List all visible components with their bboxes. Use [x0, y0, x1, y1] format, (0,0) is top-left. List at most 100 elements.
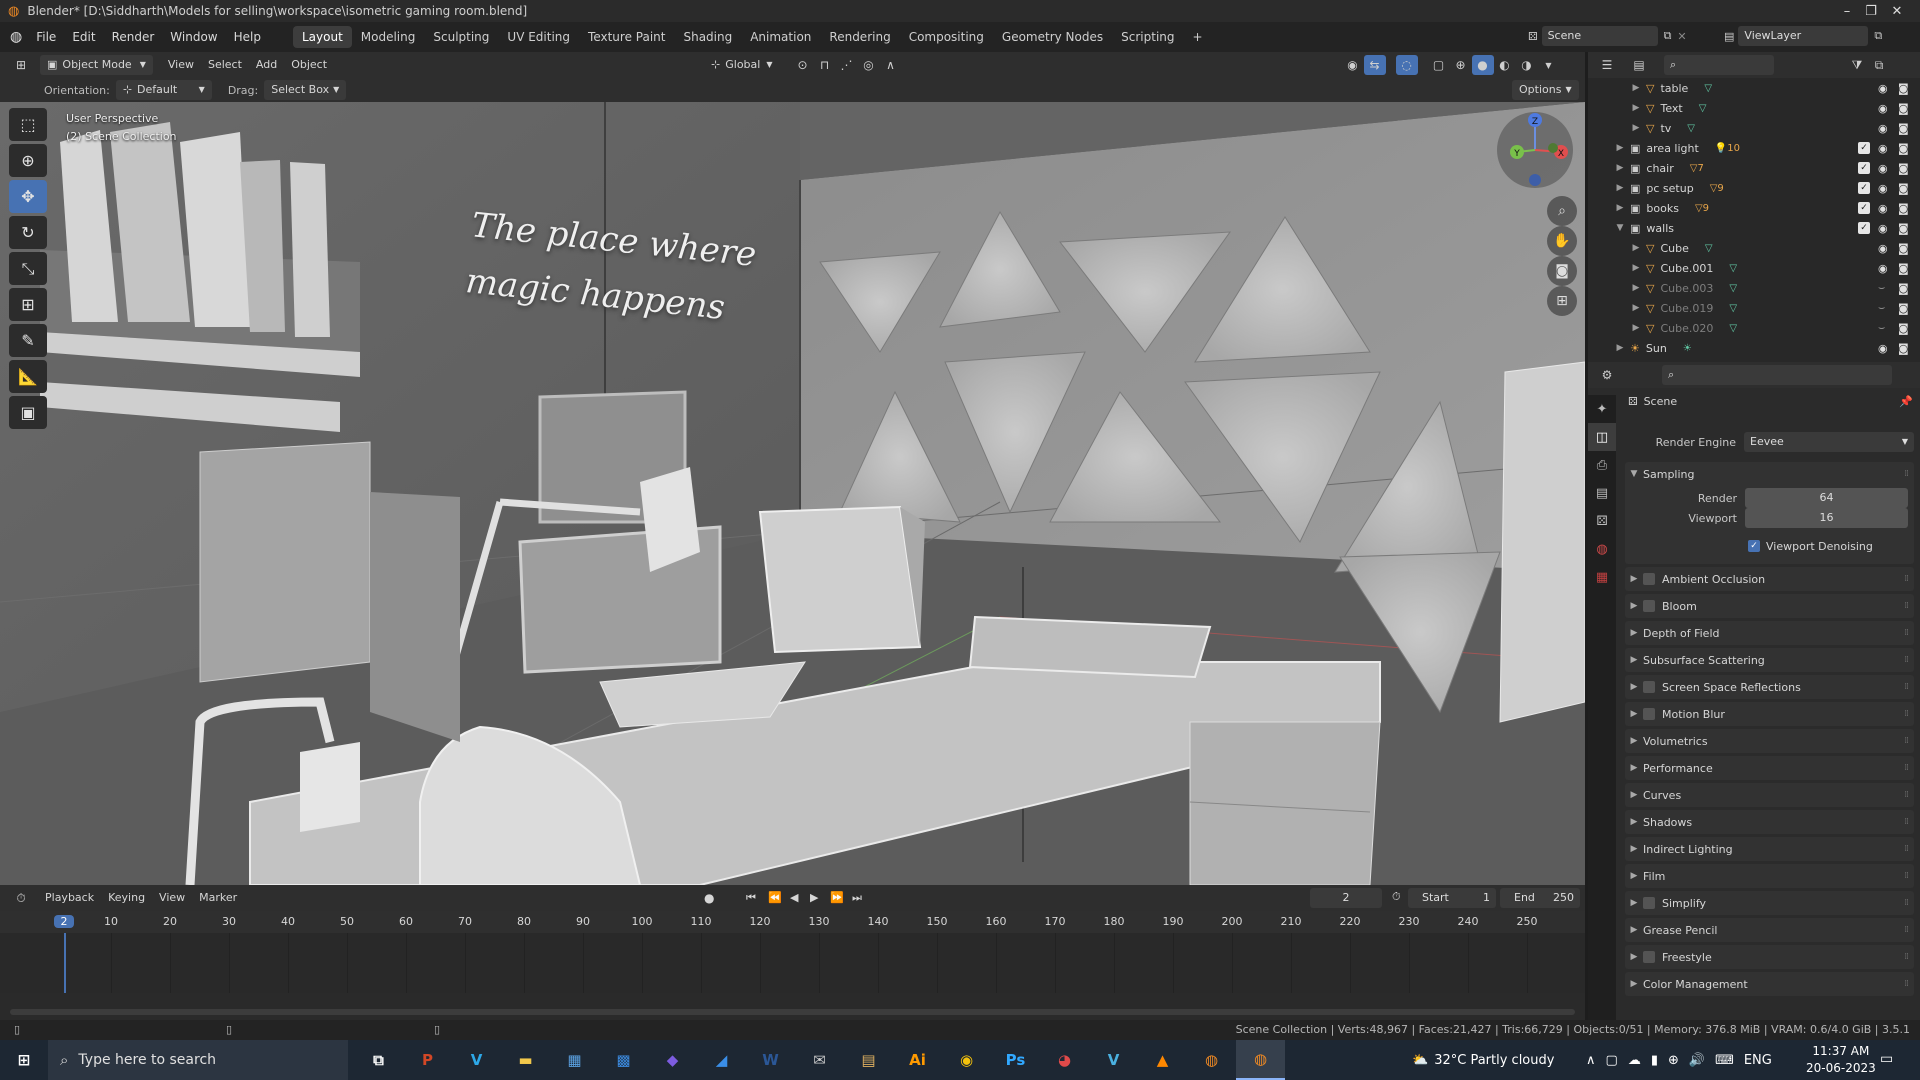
viewlayer-field[interactable]: ViewLayer [1738, 26, 1869, 46]
eye-closed-icon[interactable]: ⌣ [1878, 301, 1885, 315]
outliner-row-cube-019[interactable]: ▶ ▽ Cube.019 ▽ ⌣ ◙ [1588, 298, 1920, 318]
outliner-row-sun[interactable]: ▶ ☀ Sun ☀ ◉ ◙ [1588, 338, 1920, 358]
drag-dropdown[interactable]: Select Box ▼ [264, 80, 347, 100]
next-keyframe-icon[interactable]: ⏩ [830, 891, 844, 904]
transform-orientation-dropdown[interactable]: ⊹ Global ▼ [704, 55, 779, 75]
taskbar-search[interactable]: ⌕ Type here to search [48, 1040, 348, 1080]
panel-enable-checkbox[interactable] [1643, 708, 1655, 720]
eye-icon[interactable]: ◉ [1878, 182, 1888, 195]
exclude-checkbox[interactable]: ✓ [1858, 162, 1870, 174]
snap-target-icon[interactable]: ⋰ [836, 55, 858, 75]
visibility-icon[interactable]: ◉ [1342, 55, 1364, 75]
new-scene-icon[interactable]: ⧉ [1664, 29, 1672, 43]
mode-dropdown[interactable]: ▣ Object Mode ▼ [40, 55, 153, 75]
falloff-icon[interactable]: ∧ [880, 55, 902, 75]
measure-tool[interactable]: 📐 [9, 360, 47, 393]
render-toggle-icon[interactable]: ◙ [1898, 302, 1909, 315]
scene-icon[interactable]: ⚄ [1528, 30, 1538, 43]
file-explorer-icon[interactable]: ▬ [501, 1040, 550, 1080]
render-toggle-icon[interactable]: ◙ [1898, 82, 1909, 95]
chrome-icon[interactable]: ◉ [942, 1040, 991, 1080]
outliner-row-cube-020[interactable]: ▶ ▽ Cube.020 ▽ ⌣ ◙ [1588, 318, 1920, 338]
keyboard-icon[interactable]: ⌨ [1715, 1053, 1734, 1068]
eye-closed-icon[interactable]: ⌣ [1878, 281, 1885, 295]
exclude-checkbox[interactable]: ✓ [1858, 182, 1870, 194]
eye-icon[interactable]: ◉ [1878, 142, 1888, 155]
render-toggle-icon[interactable]: ◙ [1898, 202, 1909, 215]
drag-handle-icon[interactable]: ⁞⁞ [1904, 601, 1909, 611]
properties-search-input[interactable]: ⌕ [1662, 365, 1892, 385]
panel-enable-checkbox[interactable] [1643, 951, 1655, 963]
render-toggle-icon[interactable]: ◙ [1898, 142, 1909, 155]
sampling-header[interactable]: ▼ Sampling ⁞⁞ [1625, 462, 1914, 486]
panel-enable-checkbox[interactable] [1643, 681, 1655, 693]
workspace-tab-rendering[interactable]: Rendering [820, 26, 899, 48]
menu-help[interactable]: Help [226, 26, 269, 48]
drag-handle-icon[interactable]: ⁞⁞ [1904, 898, 1909, 908]
render-tab-icon[interactable]: ◫ [1588, 423, 1616, 451]
render-toggle-icon[interactable]: ◙ [1898, 222, 1909, 235]
eye-icon[interactable]: ◉ [1878, 102, 1888, 115]
prev-keyframe-icon[interactable]: ⏪ [768, 891, 782, 904]
drag-handle-icon[interactable]: ⁞⁞ [1904, 871, 1909, 881]
close-button[interactable]: ✕ [1874, 0, 1920, 22]
viewport-samples-field[interactable]: 16 [1745, 508, 1908, 528]
onedrive-tray-icon[interactable]: ☁ [1628, 1053, 1641, 1068]
drag-handle-icon[interactable]: ⁞⁞ [1904, 952, 1909, 962]
outliner-row-chair[interactable]: ▶ ▣ chair ▽7 ✓ ◉ ◙ [1588, 158, 1920, 178]
photoshop-icon[interactable]: Ps [991, 1040, 1040, 1080]
drag-handle-icon[interactable]: ⁞⁞ [1904, 763, 1909, 773]
jump-end-icon[interactable]: ⏭ [852, 891, 862, 905]
weather-text[interactable]: 32°C Partly cloudy [1434, 1053, 1554, 1068]
outliner-search-input[interactable]: ⌕ [1664, 55, 1774, 75]
start-frame-field[interactable]: Start 1 [1408, 888, 1496, 908]
tray-chevron-icon[interactable]: ∧ [1586, 1053, 1596, 1068]
panel-enable-checkbox[interactable] [1643, 600, 1655, 612]
eye-icon[interactable]: ◉ [1878, 342, 1888, 355]
language-indicator[interactable]: ENG [1744, 1053, 1772, 1068]
orientation-dropdown[interactable]: ⊹ Default ▼ [115, 80, 212, 100]
current-frame-field[interactable]: 2 [1310, 888, 1382, 908]
panel-depth-of-field[interactable]: ▶ Depth of Field ⁞⁞ [1625, 621, 1914, 645]
mail-icon[interactable]: ✉ [795, 1040, 844, 1080]
viewport-menu-select[interactable]: Select [201, 55, 249, 75]
solid-shading-icon[interactable]: ● [1471, 55, 1494, 75]
workspace-tab-compositing[interactable]: Compositing [900, 26, 993, 48]
neg-z-axis-handle[interactable] [1529, 174, 1541, 186]
workspace-tab-modeling[interactable]: Modeling [352, 26, 425, 48]
eye-icon[interactable]: ◉ [1878, 162, 1888, 175]
word-icon[interactable]: W [746, 1040, 795, 1080]
menu-render[interactable]: Render [104, 26, 163, 48]
proportional-edit-icon[interactable]: ◎ [858, 55, 880, 75]
add-cube-tool[interactable]: ▣ [9, 396, 47, 429]
properties-editor-icon[interactable]: ⚙ [1596, 365, 1618, 385]
vlc-icon[interactable]: ▲ [1138, 1040, 1187, 1080]
cursor-tool[interactable]: ⊕ [9, 144, 47, 177]
render-toggle-icon[interactable]: ◙ [1898, 322, 1909, 335]
timeline-menu-keying[interactable]: Keying [101, 888, 152, 908]
new-collection-icon[interactable]: ⧉ [1868, 55, 1890, 75]
outliner-row-text[interactable]: ▶ ▽ Text ▽ ◉ ◙ [1588, 98, 1920, 118]
outliner-row-books[interactable]: ▶ ▣ books ▽9 ✓ ◉ ◙ [1588, 198, 1920, 218]
viewport-menu-add[interactable]: Add [249, 55, 284, 75]
gizmo-toggle-icon[interactable]: ⇆ [1363, 55, 1386, 75]
workspace-tab-layout[interactable]: Layout [292, 26, 352, 48]
chevron-right-icon[interactable]: ▶ [1630, 243, 1642, 253]
eye-icon[interactable]: ◉ [1878, 262, 1888, 275]
drag-handle-icon[interactable]: ⁞⁞ [1904, 817, 1909, 827]
menu-window[interactable]: Window [162, 26, 225, 48]
notifications-icon[interactable]: ▭ [1880, 1051, 1893, 1067]
volume-icon[interactable]: 🔊 [1689, 1053, 1705, 1068]
display-mode-icon[interactable]: ▤ [1628, 55, 1650, 75]
vscode-icon[interactable]: V [452, 1040, 501, 1080]
workspace-tab-sculpting[interactable]: Sculpting [424, 26, 498, 48]
annotate-tool[interactable]: ✎ [9, 324, 47, 357]
chevron-right-icon[interactable]: ▶ [1614, 183, 1626, 193]
play-reverse-icon[interactable]: ◀ [790, 891, 798, 904]
shading-options-icon[interactable]: ▼ [1538, 55, 1560, 75]
panel-ambient-occlusion[interactable]: ▶ Ambient Occlusion ⁞⁞ [1625, 567, 1914, 591]
panel-volumetrics[interactable]: ▶ Volumetrics ⁞⁞ [1625, 729, 1914, 753]
outliner-editor-icon[interactable]: ☰ [1596, 55, 1618, 75]
wireframe-shading-icon[interactable]: ⊕ [1450, 55, 1472, 75]
clock[interactable]: 11:37 AM 20-06-2023 [1806, 1043, 1876, 1077]
